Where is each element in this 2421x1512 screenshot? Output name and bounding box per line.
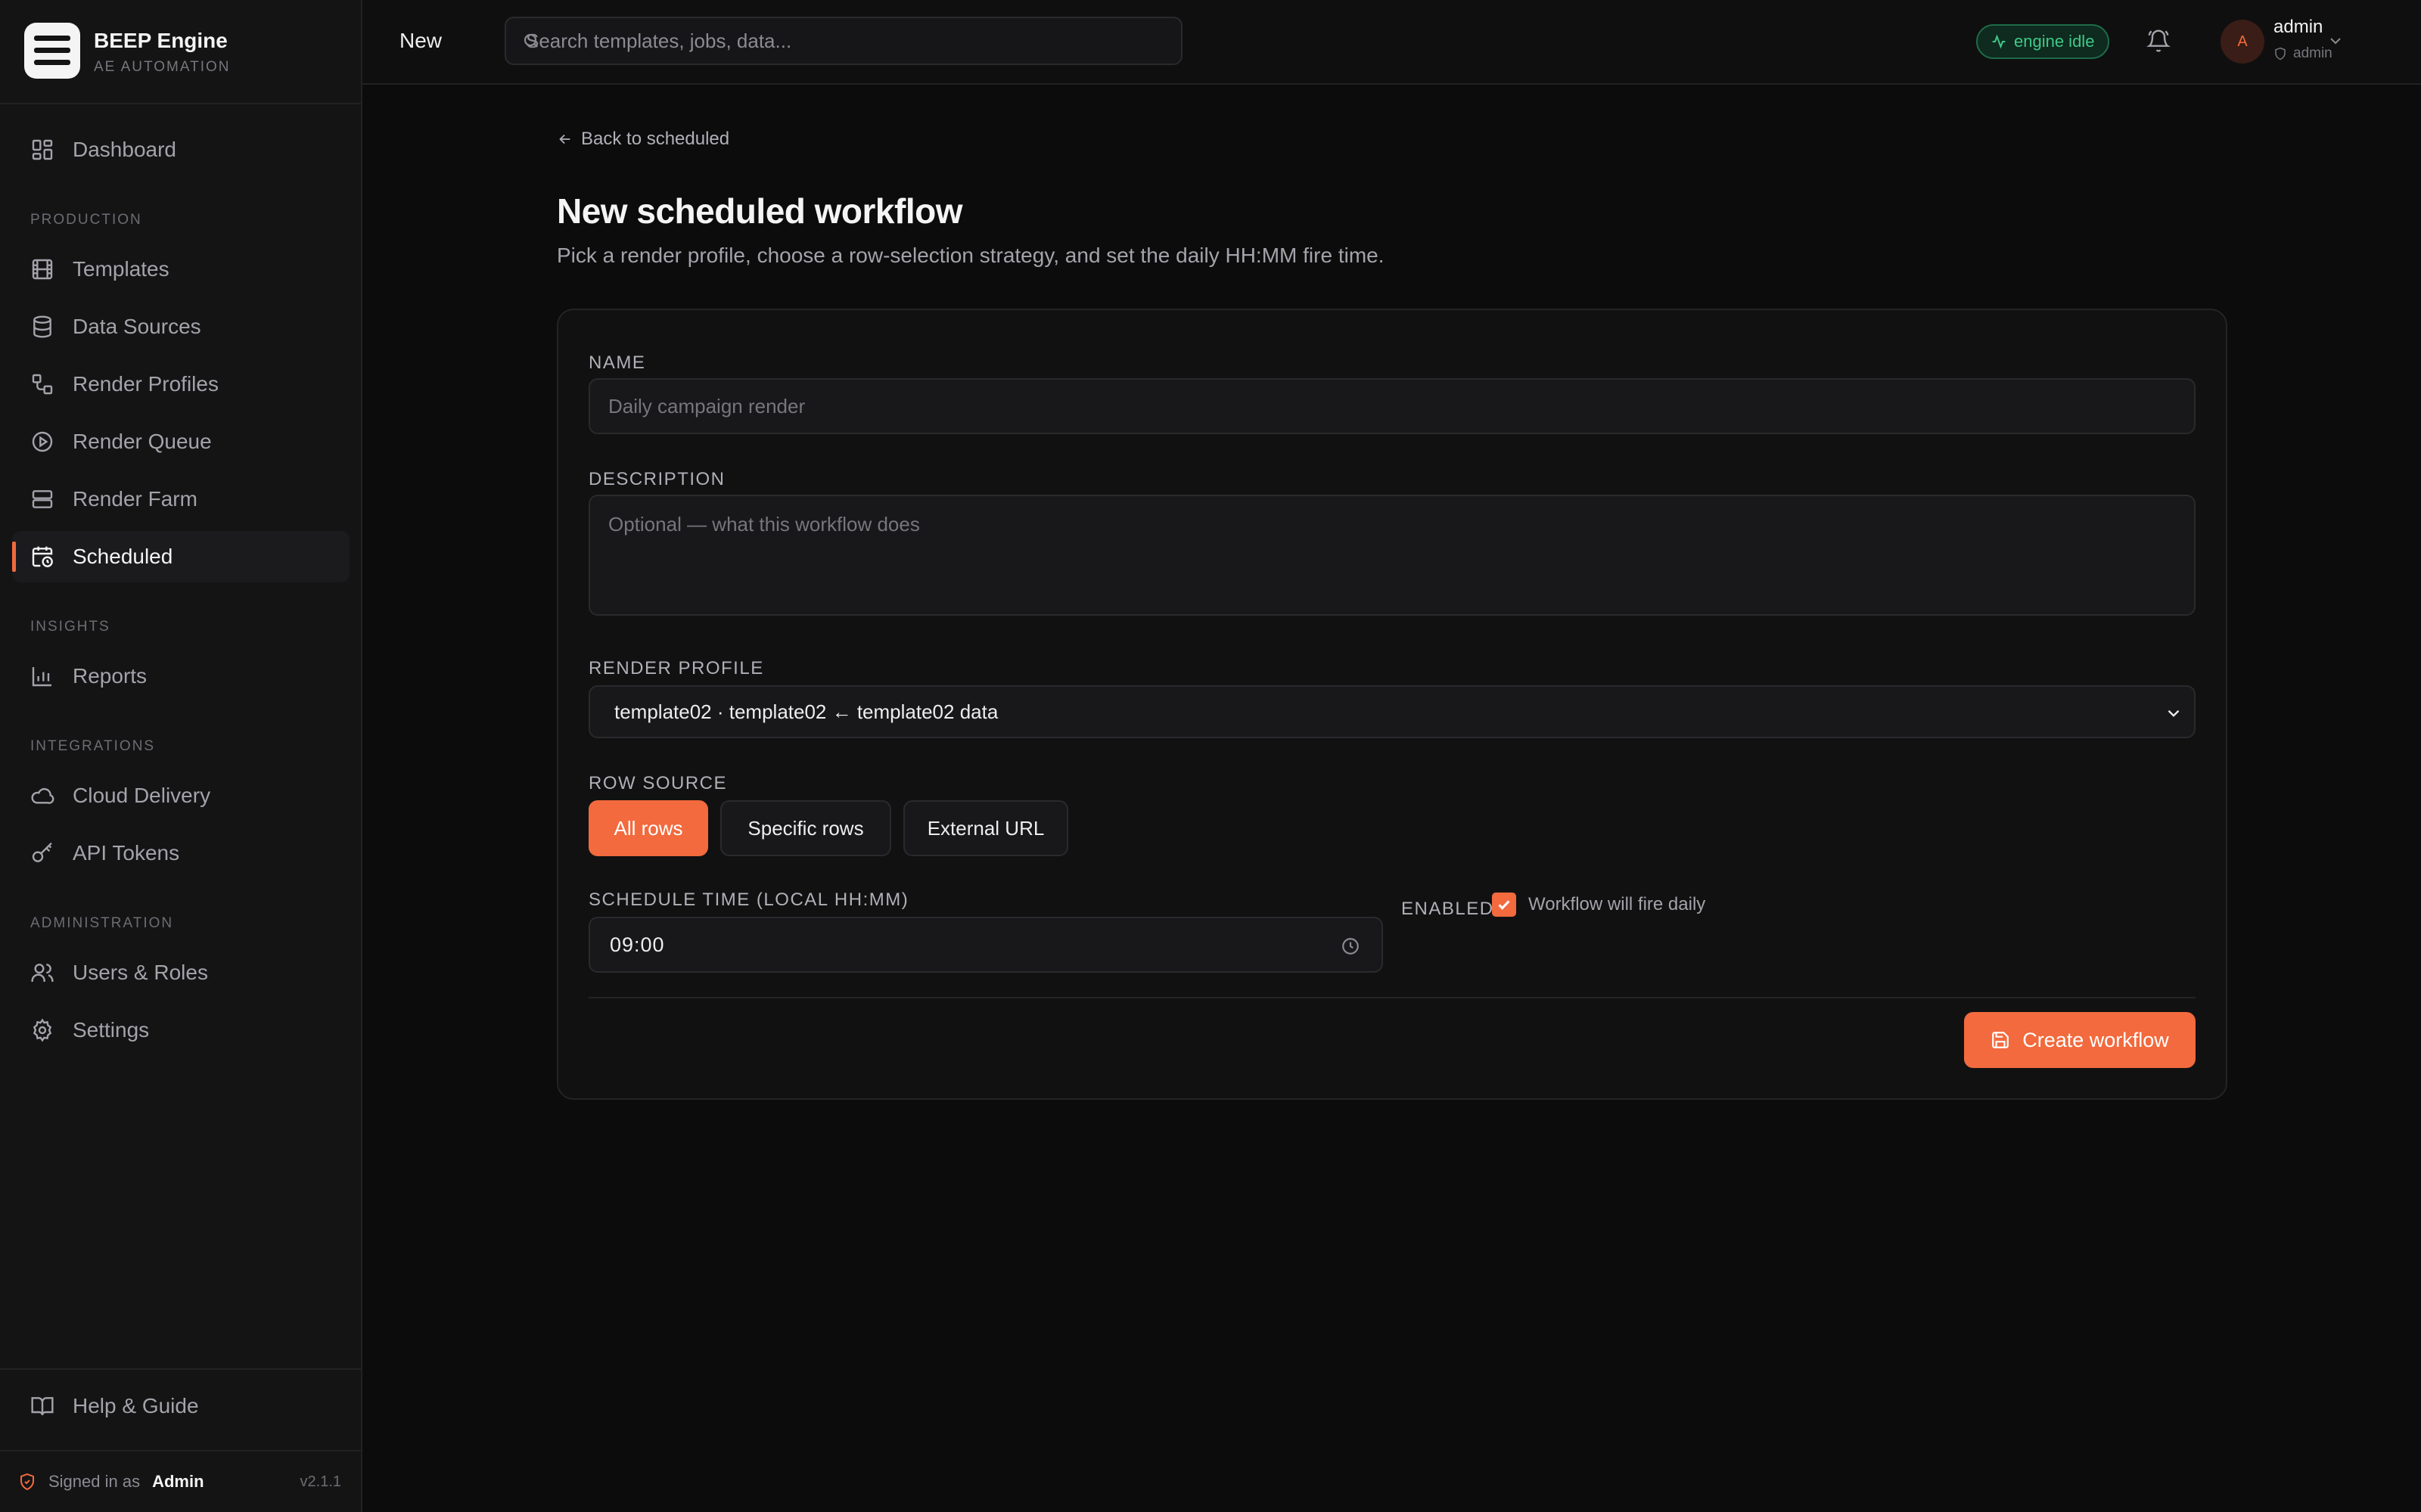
- schedule-time-label: SCHEDULE TIME (LOCAL HH:MM): [589, 890, 909, 910]
- key-icon: [32, 842, 52, 862]
- sidebar-item-label: Render Farm: [73, 487, 197, 511]
- nav-section-administration: ADMINISTRATION: [30, 915, 174, 931]
- sidebar-item-label: Dashboard: [73, 138, 176, 161]
- create-workflow-label: Create workflow: [2022, 1028, 2169, 1051]
- sidebar-item-label: Users & Roles: [73, 961, 208, 984]
- chevron-down-icon[interactable]: [2326, 32, 2345, 50]
- brand-logo-icon: [24, 23, 80, 79]
- nav-section-insights: INSIGHTS: [30, 619, 110, 635]
- sidebar-item-label: Templates: [73, 257, 169, 281]
- sidebar-item-scheduled[interactable]: Scheduled: [12, 531, 350, 582]
- enabled-hint: Workflow will fire daily: [1528, 894, 1706, 914]
- sidebar-footer: Help & Guide Signed in as Admin v2.1.1: [0, 1368, 361, 1512]
- engine-status-badge: engine idle: [1976, 24, 2110, 59]
- name-label: NAME: [589, 352, 646, 373]
- engine-status-text: engine idle: [2014, 32, 2095, 51]
- back-to-scheduled-link[interactable]: Back to scheduled: [557, 129, 729, 150]
- sidebar-item-help-guide[interactable]: Help & Guide: [12, 1380, 350, 1432]
- sidebar-item-render-queue[interactable]: Render Queue: [12, 416, 350, 467]
- render-profile-label: RENDER PROFILE: [589, 658, 764, 678]
- check-icon: [1498, 900, 1510, 910]
- user-name[interactable]: admin: [2273, 17, 2323, 38]
- row-source-external-url[interactable]: External URL: [903, 800, 1068, 856]
- bell-icon[interactable]: [2146, 29, 2171, 53]
- cloud-icon: [31, 787, 54, 804]
- arrow-left-icon: [559, 134, 570, 144]
- gear-icon: [33, 1018, 52, 1042]
- shield-icon: [20, 1473, 34, 1491]
- calendar-clock-icon: [32, 546, 53, 567]
- clock-icon[interactable]: [1341, 936, 1360, 956]
- schedule-time-value: 09:00: [610, 933, 665, 956]
- sidebar-item-api-tokens[interactable]: API Tokens: [12, 827, 350, 879]
- save-icon: [1992, 1032, 2009, 1048]
- database-icon: [33, 315, 51, 338]
- sidebar-item-label: Scheduled: [73, 545, 173, 568]
- workflow-form-card: NAME DESCRIPTION RENDER PROFILE template…: [557, 309, 2227, 1100]
- app-version: v2.1.1: [300, 1473, 341, 1490]
- sidebar-item-users-roles[interactable]: Users & Roles: [12, 947, 350, 998]
- sidebar-item-label: Render Queue: [73, 430, 212, 453]
- bar-chart-icon: [32, 667, 51, 687]
- server-icon: [32, 490, 53, 508]
- row-source-all-rows[interactable]: All rows: [589, 800, 708, 856]
- signed-in-user: Admin: [152, 1472, 204, 1491]
- breadcrumb: New: [399, 29, 443, 52]
- sidebar-item-label: API Tokens: [73, 841, 180, 865]
- sidebar-item-label: Settings: [73, 1018, 150, 1042]
- back-label: Back to scheduled: [581, 129, 730, 149]
- brand[interactable]: BEEP Engine AE AUTOMATION: [0, 0, 361, 104]
- create-workflow-button[interactable]: Create workflow: [1964, 1012, 2196, 1068]
- sidebar: BEEP Engine AE AUTOMATION Dashboard PROD…: [0, 0, 362, 1512]
- render-profile-select[interactable]: template02 · template02 ← template02 dat…: [589, 685, 2196, 738]
- film-icon: [32, 259, 53, 280]
- shield-icon: [2275, 47, 2286, 61]
- topbar: New engine idle A admin admin: [362, 0, 2421, 85]
- sidebar-item-reports[interactable]: Reports: [12, 650, 350, 702]
- users-icon: [31, 964, 54, 982]
- chevron-down-icon: [2168, 709, 2180, 717]
- page-subtitle: Pick a render profile, choose a row-sele…: [557, 244, 1385, 267]
- sidebar-item-cloud-delivery[interactable]: Cloud Delivery: [12, 770, 350, 821]
- search-icon: [524, 33, 538, 48]
- sidebar-item-label: Help & Guide: [73, 1394, 199, 1417]
- render-profile-value: template02 · template02 ← template02 dat…: [614, 700, 999, 723]
- sidebar-item-label: Data Sources: [73, 315, 201, 338]
- sidebar-item-render-profiles[interactable]: Render Profiles: [12, 359, 350, 410]
- description-textarea[interactable]: [589, 495, 2196, 616]
- activity-icon: [1992, 34, 2006, 49]
- enabled-label: ENABLED: [1401, 899, 1494, 919]
- nav-section-production: PRODUCTION: [30, 212, 142, 228]
- sidebar-item-templates[interactable]: Templates: [12, 244, 350, 295]
- sidebar-item-settings[interactable]: Settings: [12, 1004, 350, 1056]
- workflow-icon: [32, 374, 53, 395]
- brand-subtitle: AE AUTOMATION: [94, 59, 231, 75]
- row-source-label: ROW SOURCE: [589, 773, 727, 793]
- schedule-time-input[interactable]: 09:00: [589, 917, 1383, 973]
- page-title: New scheduled workflow: [557, 191, 963, 231]
- sidebar-item-label: Cloud Delivery: [73, 784, 211, 807]
- play-circle-icon: [32, 431, 53, 452]
- book-icon: [31, 1397, 54, 1416]
- user-role: admin: [2273, 45, 2332, 62]
- dashboard-icon: [32, 139, 53, 160]
- nav-section-integrations: INTEGRATIONS: [30, 738, 156, 754]
- avatar[interactable]: A: [2221, 20, 2264, 64]
- row-source-specific-rows[interactable]: Specific rows: [720, 800, 891, 856]
- search-input[interactable]: [505, 17, 1183, 65]
- name-input[interactable]: [589, 378, 2196, 434]
- brand-name: BEEP Engine: [94, 29, 228, 52]
- sidebar-item-data-sources[interactable]: Data Sources: [12, 301, 350, 352]
- signed-in-prefix: Signed in as: [48, 1472, 141, 1491]
- description-label: DESCRIPTION: [589, 469, 726, 489]
- sidebar-item-dashboard[interactable]: Dashboard: [12, 124, 350, 175]
- enabled-checkbox[interactable]: [1492, 893, 1516, 917]
- form-divider: [589, 997, 2196, 998]
- sidebar-item-label: Reports: [73, 664, 148, 688]
- sidebar-item-label: Render Profiles: [73, 372, 219, 396]
- signed-in-bar: Signed in as Admin v2.1.1: [0, 1450, 361, 1512]
- sidebar-item-render-farm[interactable]: Render Farm: [12, 473, 350, 525]
